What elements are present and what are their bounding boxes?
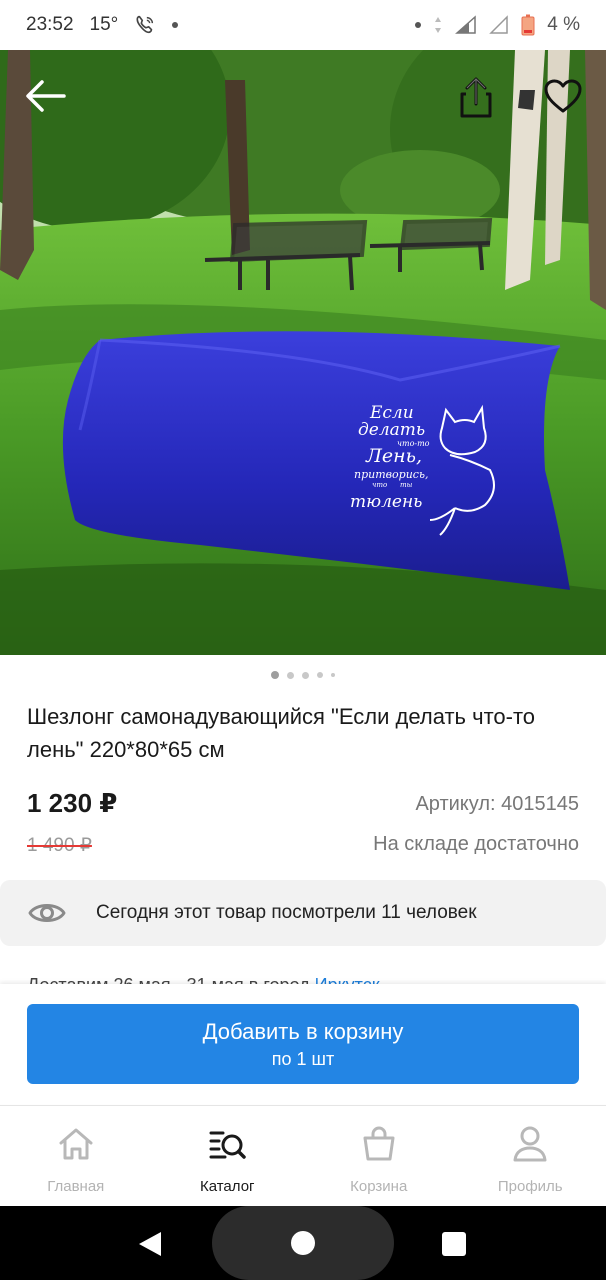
favorite-button[interactable]: [537, 70, 589, 122]
share-icon: [460, 77, 492, 118]
nav-recents-button[interactable]: [434, 1224, 474, 1264]
catalog-search-icon: [209, 1131, 246, 1159]
bag-print-line-6: что: [372, 481, 387, 489]
tab-profile-label: Профиль: [497, 1178, 563, 1195]
nav-home-button[interactable]: [281, 1223, 325, 1263]
square-recents-icon: [442, 1232, 466, 1256]
battery-low-icon: [521, 14, 535, 36]
bag-print-line-7: ты: [400, 481, 413, 489]
bag-print-line-8: тюлень: [350, 492, 422, 512]
data-arrows-icon: [435, 17, 442, 33]
nav-back-button[interactable]: [130, 1224, 170, 1264]
product-price: 1 230 ₽: [27, 788, 118, 818]
notification-dot: [172, 22, 179, 28]
notification-dot-right: [415, 22, 422, 28]
triangle-back-icon: [139, 1232, 161, 1256]
status-time: 23:52: [26, 14, 74, 35]
product-title: Шезлонг самонадувающийся "Если делать чт…: [27, 704, 536, 762]
image-pager: [0, 668, 606, 682]
system-navigation-bar: [0, 1206, 606, 1280]
product-sku: Артикул: 4015145: [415, 793, 579, 815]
bag-print-line-2: делать: [358, 420, 425, 440]
signal-icon: [455, 15, 476, 34]
tab-cart-label: Корзина: [350, 1178, 408, 1195]
product-photo: Если делать что-то Лень, притворись, что…: [0, 50, 606, 655]
add-to-cart-panel: Добавить в корзину по 1 шт: [0, 984, 606, 1104]
heart-outline-icon: [544, 79, 582, 113]
status-temperature: 15°: [89, 14, 119, 35]
back-button[interactable]: [20, 70, 72, 122]
tab-catalog[interactable]: Каталог: [152, 1106, 304, 1206]
bag-print-line-4: Лень,: [365, 445, 422, 467]
bag-print-line-5: притворись,: [354, 468, 428, 481]
pager-dot[interactable]: [287, 671, 294, 679]
views-info-card: Сегодня этот товар посмотрели 11 человек: [0, 880, 606, 946]
status-bar: 23:52 15° 4 %: [0, 0, 606, 50]
add-to-cart-label: Добавить в корзину: [202, 1018, 404, 1044]
battery-percent: 4 %: [547, 14, 580, 35]
phone-wifi-icon: [136, 15, 154, 34]
pager-dot[interactable]: [302, 671, 309, 679]
tab-home[interactable]: Главная: [0, 1106, 152, 1206]
arrow-left-icon: [26, 80, 66, 112]
share-button[interactable]: [450, 72, 502, 124]
add-to-cart-button[interactable]: Добавить в корзину по 1 шт: [27, 1004, 579, 1084]
tab-home-label: Главная: [47, 1178, 105, 1195]
home-icon: [59, 1128, 93, 1160]
pager-dot-active[interactable]: [271, 671, 279, 679]
basket-icon: [363, 1126, 395, 1161]
tab-profile[interactable]: Профиль: [455, 1106, 606, 1206]
signal-empty-icon: [489, 15, 508, 34]
views-text: Сегодня этот товар посмотрели 11 человек: [96, 902, 477, 923]
product-old-price: 1 490 ₽: [27, 835, 92, 856]
eye-icon: [28, 904, 66, 922]
tab-cart[interactable]: Корзина: [303, 1106, 455, 1206]
product-image-carousel[interactable]: Если делать что-то Лень, притворись, что…: [0, 50, 606, 655]
pager-dot[interactable]: [331, 673, 335, 677]
stock-status: На складе достаточно: [373, 833, 579, 855]
pager-dot[interactable]: [317, 672, 323, 678]
tab-catalog-label: Каталог: [199, 1178, 255, 1195]
profile-icon: [513, 1126, 547, 1162]
add-to-cart-quantity: по 1 шт: [271, 1048, 335, 1069]
bottom-tab-bar: Главная Каталог Корзина Профиль: [0, 1105, 606, 1206]
circle-home-icon: [291, 1231, 315, 1255]
